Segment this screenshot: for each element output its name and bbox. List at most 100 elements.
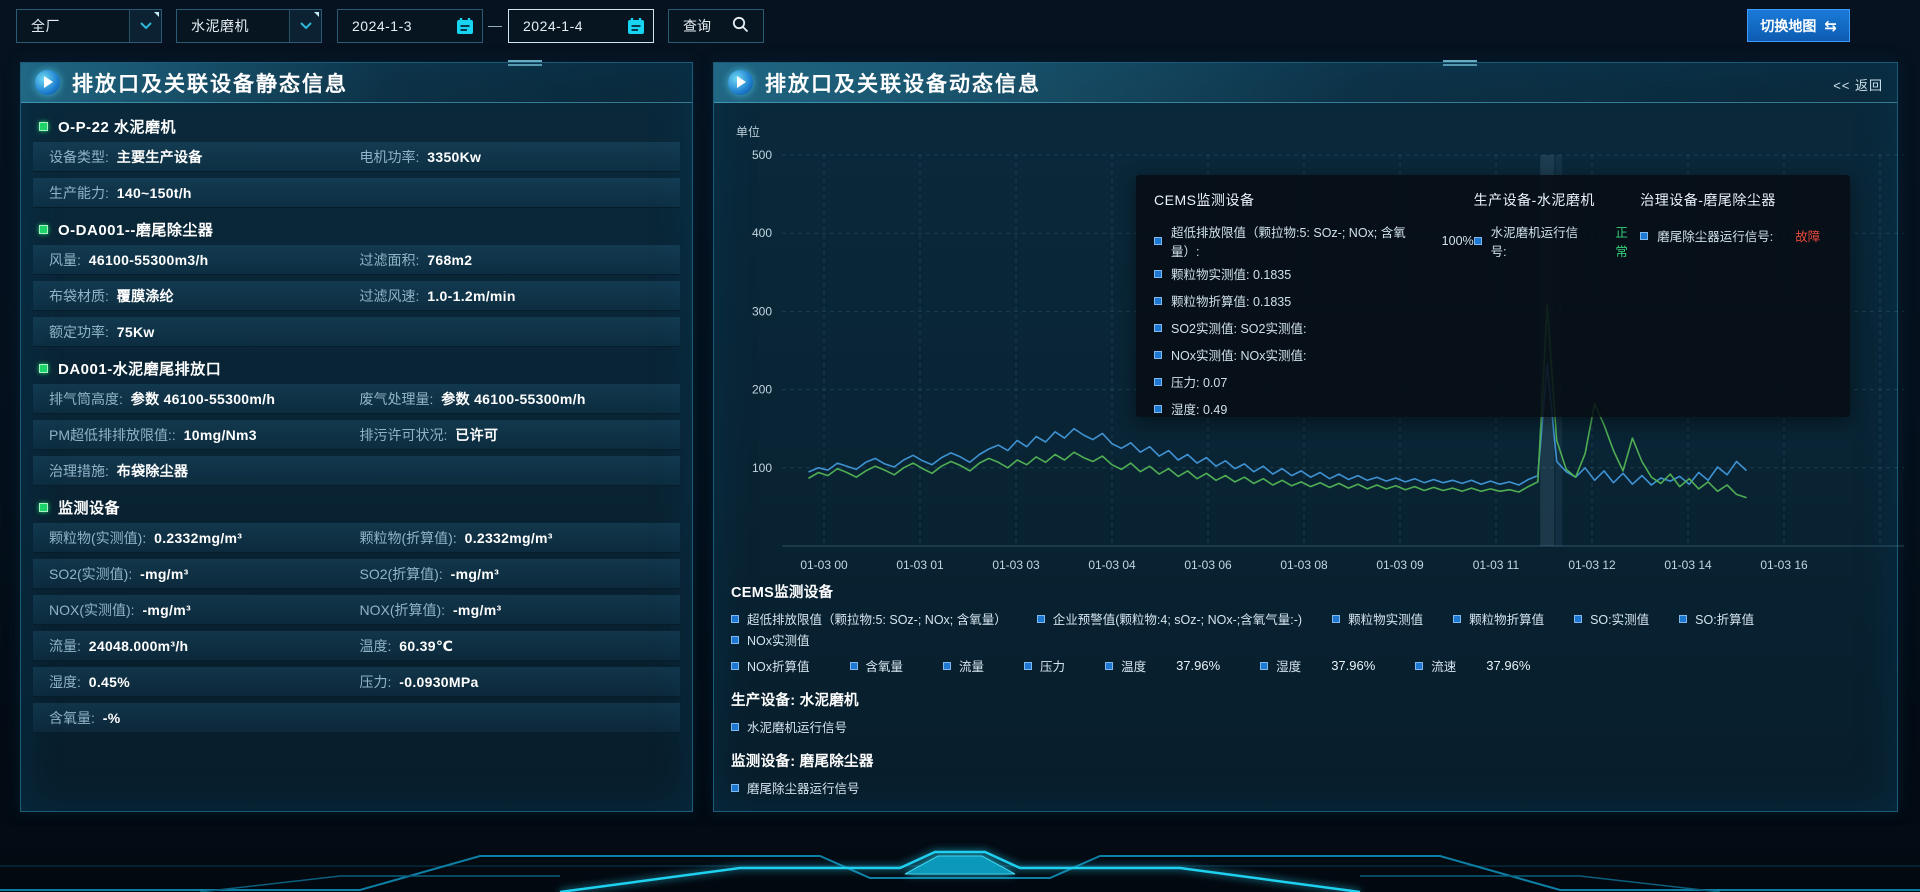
x-axis-tick-label: 01-03 12 xyxy=(1568,558,1616,572)
info-field: 电机功率: 3350Kw xyxy=(360,147,671,167)
legend-item-label: NOx折算值 xyxy=(747,656,810,675)
tooltip-item-value: 故障 xyxy=(1795,226,1820,245)
legend-item[interactable]: SO:折算值 xyxy=(1679,608,1754,629)
legend-item-label: 流量 xyxy=(959,656,984,675)
section-header: DA001-水泥磨尾排放口 xyxy=(31,353,682,384)
switch-map-label: 切换地图 xyxy=(1760,16,1816,36)
info-field: 设备类型: 主要生产设备 xyxy=(49,147,360,167)
legend-item[interactable]: NOx折算值 xyxy=(731,655,810,676)
field-label: NOX(实测值): xyxy=(49,602,138,618)
y-axis-tick-label: 200 xyxy=(752,383,772,397)
info-field: 含氧量: -% xyxy=(49,708,360,728)
legend-item-value: 37.96% xyxy=(1176,658,1220,673)
section-bullet-icon xyxy=(39,364,48,373)
legend-square-icon xyxy=(1154,405,1162,413)
tooltip-item-label: 颗粒物实测值: 0.1835 xyxy=(1171,264,1291,283)
y-axis-tick-label: 500 xyxy=(752,148,772,162)
info-field: 治理措施: 布袋除尘器 xyxy=(49,461,360,481)
tooltip-item-label: 压力: 0.07 xyxy=(1171,372,1227,391)
x-axis-tick-label: 01-03 04 xyxy=(1088,558,1136,572)
info-row: 布袋材质: 覆膜涤纶过滤风速: 1.0-1.2m/min xyxy=(33,281,680,311)
tooltip-item-value: 正常 xyxy=(1615,222,1640,260)
field-value: 布袋除尘器 xyxy=(117,463,189,479)
info-field: 过滤面积: 768m2 xyxy=(360,250,671,270)
legend-item[interactable]: 磨尾除尘器运行信号 xyxy=(731,777,860,798)
legend-item[interactable]: 企业预警值(颗粒物:4; sOz-; NOx-;含氧气量:-) xyxy=(1037,608,1302,629)
tooltip-column: CEMS监测设备超低排放限值（颗拉物:5: SOz-; NOx; 含氧量）: 1… xyxy=(1154,190,1474,407)
field-label: 过滤风速: xyxy=(360,288,424,304)
legend-square-icon xyxy=(1574,615,1582,623)
legend-group-title: 监测设备: 磨尾除尘器 xyxy=(731,750,1886,771)
legend-item[interactable]: 温度37.96% xyxy=(1105,655,1220,676)
device-select-value: 水泥磨机 xyxy=(177,16,289,36)
tooltip-item: 水泥磨机运行信号:正常 xyxy=(1474,222,1641,260)
chevron-down-icon[interactable] xyxy=(289,10,321,42)
back-link[interactable]: << 返回 xyxy=(1833,75,1883,94)
legend-item[interactable]: 压力 xyxy=(1024,655,1065,676)
legend-item[interactable]: 颗粒物实测值 xyxy=(1332,608,1423,629)
info-row: 治理措施: 布袋除尘器 xyxy=(33,456,680,486)
legend-item[interactable]: 水泥磨机运行信号 xyxy=(731,716,847,737)
info-row: SO2(实测值): -mg/m³SO2(折算值): -mg/m³ xyxy=(33,559,680,589)
legend-group-title: CEMS监测设备 xyxy=(731,581,1886,602)
legend-item[interactable]: NOx实测值 xyxy=(731,629,810,650)
device-select[interactable]: 水泥磨机 xyxy=(176,9,322,43)
section-bullet-icon xyxy=(39,503,48,512)
calendar-icon[interactable] xyxy=(448,10,482,42)
chevron-down-icon[interactable] xyxy=(129,10,161,42)
end-date-input[interactable]: 2024-1-4 xyxy=(508,9,654,43)
legend-item-label: 磨尾除尘器运行信号 xyxy=(747,778,860,797)
tooltip-column-title: 治理设备-磨尾除尘器 xyxy=(1640,190,1834,210)
field-label: 额定功率: xyxy=(49,324,113,340)
field-label: 压力: xyxy=(360,674,396,690)
info-row: 排气筒高度: 参数 46100-55300m/h废气处理量: 参数 46100-… xyxy=(33,384,680,414)
legend-item[interactable]: 湿度37.96% xyxy=(1260,655,1375,676)
field-label: 风量: xyxy=(49,252,85,268)
legend-item-label: 水泥磨机运行信号 xyxy=(747,717,847,736)
tooltip-item-label: SO2实测值: SO2实测值: xyxy=(1171,318,1306,337)
static-info-body: O-P-22 水泥磨机设备类型: 主要生产设备电机功率: 3350Kw生产能力:… xyxy=(21,103,692,733)
info-field: NOX(实测值): -mg/m³ xyxy=(49,600,360,620)
info-field: SO2(折算值): -mg/m³ xyxy=(360,564,671,584)
x-axis-tick-label: 01-03 11 xyxy=(1473,558,1520,572)
y-axis-unit-label: 单位 xyxy=(736,123,760,140)
legend-square-icon xyxy=(1024,662,1032,670)
legend-square-icon xyxy=(731,615,739,623)
legend-square-icon xyxy=(1260,662,1268,670)
tooltip-item: 颗粒物实测值: 0.1835 xyxy=(1154,260,1474,287)
legend-item[interactable]: 颗粒物折算值 xyxy=(1453,608,1544,629)
query-button[interactable]: 查询 xyxy=(668,9,764,43)
section-header: O-P-22 水泥磨机 xyxy=(31,111,682,142)
legend-item[interactable]: 流速37.96% xyxy=(1415,655,1530,676)
field-label: 电机功率: xyxy=(360,149,424,165)
legend-item[interactable]: 超低排放限值（颗拉物:5: SOz-; NOx; 含氧量） xyxy=(731,608,1007,629)
y-axis-tick-label: 100 xyxy=(752,461,772,475)
search-icon xyxy=(732,16,749,36)
field-label: 排气筒高度: xyxy=(49,391,127,407)
legend-row: NOx折算值 含氧量 流量 压力 温度37.96% 湿度37.96% 流速37.96% xyxy=(731,655,1886,676)
chart-tooltip: CEMS监测设备超低排放限值（颗拉物:5: SOz-; NOx; 含氧量）: 1… xyxy=(1136,175,1850,417)
legend-item-value: 37.96% xyxy=(1486,658,1530,673)
info-field: 颗粒物(折算值): 0.2332mg/m³ xyxy=(360,528,671,548)
legend-square-icon xyxy=(1154,351,1162,359)
legend-square-icon xyxy=(731,723,739,731)
field-value: -% xyxy=(103,710,121,726)
plant-select[interactable]: 全厂 xyxy=(16,9,162,43)
legend-item-label: 颗粒物折算值 xyxy=(1469,609,1544,628)
calendar-icon[interactable] xyxy=(619,10,653,42)
legend-square-icon xyxy=(1154,297,1162,305)
legend-item[interactable]: 含氧量 xyxy=(850,655,904,676)
info-field: 排污许可状况: 已许可 xyxy=(360,425,671,445)
field-value: 46100-55300m3/h xyxy=(89,252,209,268)
start-date-input[interactable]: 2024-1-3 xyxy=(337,9,483,43)
info-row: 流量: 24048.000m³/h温度: 60.39℃ xyxy=(33,631,680,661)
legend-item[interactable]: 流量 xyxy=(943,655,984,676)
field-value: -mg/m³ xyxy=(140,566,188,582)
dashboard: 全厂 水泥磨机 2024-1-3 — 2024-1-4 查询 xyxy=(0,0,1920,892)
info-field: 废气处理量: 参数 46100-55300m/h xyxy=(360,389,671,409)
switch-map-button[interactable]: 切换地图 ⇆ xyxy=(1747,9,1850,42)
legend-item[interactable]: SO:实测值 xyxy=(1574,608,1649,629)
y-axis-tick-label: 400 xyxy=(752,226,772,240)
legend-square-icon xyxy=(1640,232,1648,240)
field-label: 废气处理量: xyxy=(360,391,438,407)
